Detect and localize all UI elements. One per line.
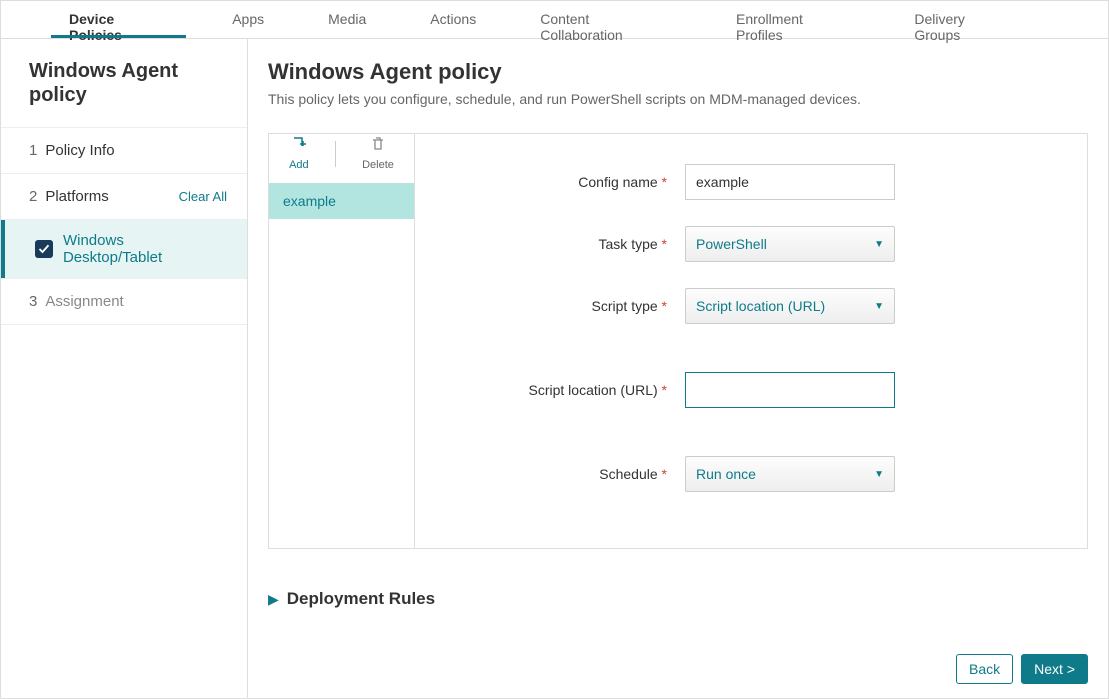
footer-buttons: Back Next > [956, 654, 1088, 684]
delete-button[interactable]: Delete [356, 134, 400, 173]
step-assignment[interactable]: 3 Assignment [1, 278, 247, 325]
script-location-label: Script location (URL) * [455, 382, 685, 398]
select-value: Run once [696, 466, 756, 482]
select-value: Script location (URL) [696, 298, 825, 314]
chevron-down-icon: ▼ [874, 301, 884, 312]
trash-icon [370, 136, 386, 159]
config-list-item-example[interactable]: example [269, 183, 414, 219]
label-text: Script location (URL) [529, 382, 658, 398]
add-icon [291, 136, 307, 159]
page-title: Windows Agent policy [268, 59, 1088, 85]
checkbox-checked-icon[interactable] [35, 240, 53, 258]
step-number: 3 [29, 293, 37, 310]
add-label: Add [289, 159, 309, 171]
step-label: Policy Info [45, 142, 227, 159]
tab-actions[interactable]: Actions [412, 1, 494, 38]
deployment-rules-toggle[interactable]: ▶ Deployment Rules [268, 589, 1088, 609]
script-type-select[interactable]: Script location (URL) ▼ [685, 288, 895, 324]
deployment-rules-label: Deployment Rules [287, 589, 435, 609]
schedule-label: Schedule * [455, 466, 685, 482]
tab-media[interactable]: Media [310, 1, 384, 38]
tab-delivery-groups[interactable]: Delivery Groups [896, 1, 1030, 38]
config-list: example [269, 183, 414, 219]
required-mark: * [662, 236, 667, 252]
add-button[interactable]: Add [283, 134, 315, 173]
config-left-column: Add Delete example [269, 134, 414, 548]
top-nav-tabs: Device Policies Apps Media Actions Conte… [1, 1, 1108, 39]
step-number: 1 [29, 142, 37, 159]
step-label: Platforms [45, 188, 178, 205]
label-text: Config name [578, 174, 657, 190]
clear-all-link[interactable]: Clear All [179, 189, 227, 204]
step-number: 2 [29, 188, 37, 205]
left-sidebar: Windows Agent policy 1 Policy Info 2 Pla… [1, 39, 248, 698]
tab-content-collaboration[interactable]: Content Collaboration [522, 1, 690, 38]
required-mark: * [662, 298, 667, 314]
config-name-label: Config name * [455, 174, 685, 190]
task-type-label: Task type * [455, 236, 685, 252]
toolbar-separator [335, 141, 336, 167]
next-button[interactable]: Next > [1021, 654, 1088, 684]
step-platforms[interactable]: 2 Platforms Clear All [1, 173, 247, 220]
tab-enrollment-profiles[interactable]: Enrollment Profiles [718, 1, 868, 38]
back-button[interactable]: Back [956, 654, 1013, 684]
config-form: Config name * Task type * PowerShell ▼ [414, 134, 1087, 548]
delete-label: Delete [362, 159, 394, 171]
chevron-down-icon: ▼ [874, 469, 884, 480]
tab-device-policies[interactable]: Device Policies [51, 1, 186, 38]
main-panel: Windows Agent policy This policy lets yo… [248, 39, 1108, 698]
step-policy-info[interactable]: 1 Policy Info [1, 128, 247, 173]
sidebar-title: Windows Agent policy [1, 39, 247, 128]
select-value: PowerShell [696, 236, 767, 252]
step-label: Assignment [45, 293, 227, 310]
schedule-select[interactable]: Run once ▼ [685, 456, 895, 492]
task-type-select[interactable]: PowerShell ▼ [685, 226, 895, 262]
label-text: Schedule [599, 466, 657, 482]
chevron-down-icon: ▼ [874, 239, 884, 250]
label-text: Task type [599, 236, 658, 252]
tab-apps[interactable]: Apps [214, 1, 282, 38]
required-mark: * [662, 174, 667, 190]
label-text: Script type [592, 298, 658, 314]
platform-windows-desktop-tablet[interactable]: Windows Desktop/Tablet [1, 220, 247, 278]
config-toolbar: Add Delete [269, 134, 414, 173]
caret-right-icon: ▶ [268, 591, 279, 608]
config-name-input[interactable] [685, 164, 895, 200]
script-type-label: Script type * [455, 298, 685, 314]
script-location-input[interactable] [685, 372, 895, 408]
page-description: This policy lets you configure, schedule… [268, 91, 1088, 107]
config-container: Add Delete example [268, 133, 1088, 549]
required-mark: * [662, 382, 667, 398]
platform-label: Windows Desktop/Tablet [63, 232, 227, 266]
required-mark: * [662, 466, 667, 482]
